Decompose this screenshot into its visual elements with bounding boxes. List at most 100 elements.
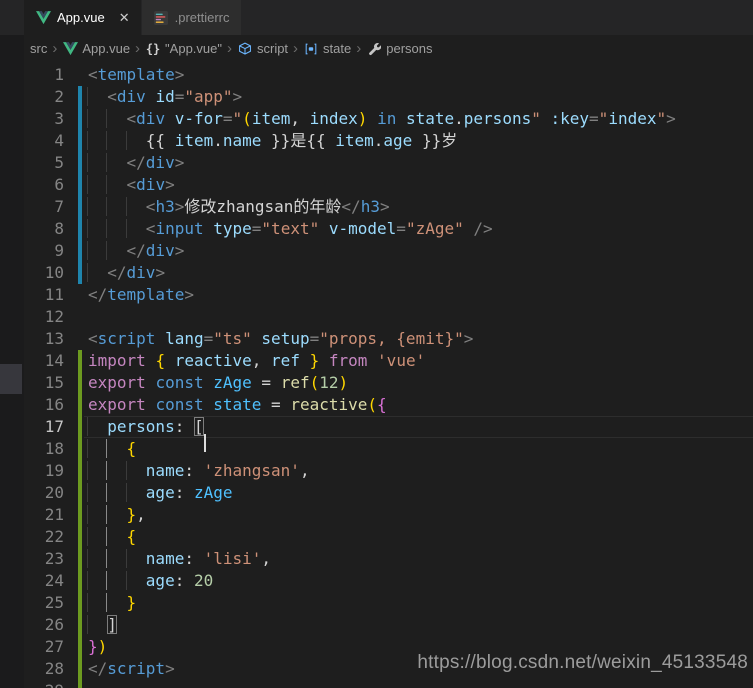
code-line-29[interactable]: 29 <box>0 680 753 688</box>
breadcrumb-item-app-vue[interactable]: App.vue <box>62 41 130 57</box>
code-text: </template> <box>88 285 194 304</box>
code-line-8[interactable]: 8 <input type="text" v-model="zAge" /> <box>0 218 753 240</box>
token <box>184 483 194 502</box>
token: "ts" <box>213 329 252 348</box>
code-line-11[interactable]: 11</template> <box>0 284 753 306</box>
code-line-13[interactable]: 13<script lang="ts" setup="props, {emit}… <box>0 328 753 350</box>
token <box>194 549 204 568</box>
git-gutter-indicator <box>78 658 82 680</box>
code-line-15[interactable]: 15export const zAge = ref(12) <box>0 372 753 394</box>
token: /> <box>473 219 492 238</box>
code-line-23[interactable]: 23 name: 'lisi', <box>0 548 753 570</box>
git-gutter-indicator <box>78 130 82 152</box>
token: = <box>261 395 290 414</box>
indent-guide <box>87 593 107 612</box>
token: div <box>127 263 156 282</box>
indent-guide <box>106 109 126 128</box>
token: name <box>146 549 185 568</box>
token: < <box>107 87 117 106</box>
token: " <box>531 109 541 128</box>
indent-guide <box>87 263 107 282</box>
code-text: </div> <box>88 263 165 282</box>
token <box>184 417 194 436</box>
code-line-19[interactable]: 19 name: 'zhangsan', <box>0 460 753 482</box>
token: export <box>88 395 146 414</box>
token <box>194 461 204 480</box>
token: ref <box>271 351 300 370</box>
indent-guide <box>106 153 126 172</box>
code-line-21[interactable]: 21 }, <box>0 504 753 526</box>
token: = <box>252 373 281 392</box>
code-line-25[interactable]: 25 } <box>0 592 753 614</box>
token: } <box>127 505 137 524</box>
token: 20 <box>194 571 213 590</box>
close-icon[interactable]: ✕ <box>119 10 130 26</box>
breadcrumb-item-persons[interactable]: persons <box>366 41 432 57</box>
code-line-24[interactable]: 24 age: 20 <box>0 570 753 592</box>
git-gutter-indicator <box>78 64 82 86</box>
code-line-16[interactable]: 16export const state = reactive({ <box>0 394 753 416</box>
code-text: </script> <box>88 659 175 678</box>
code-line-14[interactable]: 14import { reactive, ref } from 'vue' <box>0 350 753 372</box>
chevron-right-icon: › <box>293 42 298 56</box>
breadcrumb-item-script[interactable]: script <box>237 41 288 57</box>
git-gutter-indicator <box>78 482 82 504</box>
token: > <box>165 175 175 194</box>
code-line-3[interactable]: 3 <div v-for="(item, index) in state.per… <box>0 108 753 130</box>
token: input <box>155 219 203 238</box>
token: 'lisi' <box>204 549 262 568</box>
vue-icon <box>62 41 78 57</box>
code-editor[interactable]: 1<template>2 <div id="app">3 <div v-for=… <box>0 64 753 688</box>
code-line-10[interactable]: 10 </div> <box>0 262 753 284</box>
line-number: 16 <box>24 394 64 416</box>
field-icon <box>303 41 319 57</box>
token <box>319 351 329 370</box>
tab-prettierrc[interactable]: .prettierrc <box>142 0 242 35</box>
code-line-18[interactable]: 18 { <box>0 438 753 460</box>
breadcrumb-label: App.vue <box>82 41 130 56</box>
token: {{ <box>306 131 335 150</box>
breadcrumb-item-state[interactable]: state <box>303 41 351 57</box>
token: " <box>656 109 666 128</box>
code-line-1[interactable]: 1<template> <box>0 64 753 86</box>
token: {{ <box>146 131 175 150</box>
code-line-26[interactable]: 26 ] <box>0 614 753 636</box>
breadcrumb-item-src[interactable]: src <box>30 41 47 56</box>
token: 'zhangsan' <box>204 461 300 480</box>
token: zAge <box>194 483 233 502</box>
token: age <box>383 131 412 150</box>
code-line-20[interactable]: 20 age: zAge <box>0 482 753 504</box>
code-text: <input type="text" v-model="zAge" /> <box>88 219 493 238</box>
token: 12 <box>319 373 338 392</box>
token: [ <box>194 417 204 436</box>
breadcrumb-label: state <box>323 41 351 56</box>
token: { <box>127 439 137 458</box>
indent-guide <box>126 483 146 502</box>
code-line-4[interactable]: 4 {{ item.name }}是{{ item.age }}岁 <box>0 130 753 152</box>
token: > <box>233 87 243 106</box>
token <box>464 219 474 238</box>
token: reactive <box>290 395 367 414</box>
token: " <box>233 109 243 128</box>
tab-app-vue[interactable]: App.vue✕ <box>24 0 142 35</box>
token: div <box>136 175 165 194</box>
code-line-2[interactable]: 2 <div id="app"> <box>0 86 753 108</box>
code-text: <div> <box>88 175 175 194</box>
code-line-9[interactable]: 9 </div> <box>0 240 753 262</box>
code-line-12[interactable]: 12 <box>0 306 753 328</box>
token: v-for <box>175 109 223 128</box>
breadcrumb-label: script <box>257 41 288 56</box>
line-number: 21 <box>24 504 64 526</box>
git-gutter-indicator <box>78 636 82 658</box>
token: = <box>223 109 233 128</box>
code-line-22[interactable]: 22 { <box>0 526 753 548</box>
code-line-17[interactable]: 17 persons: [ <box>0 416 753 438</box>
breadcrumb-item--app-vue-[interactable]: {}"App.vue" <box>145 41 222 57</box>
indent-guide <box>87 87 107 106</box>
code-line-7[interactable]: 7 <h3>修改zhangsan的年龄</h3> <box>0 196 753 218</box>
code-line-5[interactable]: 5 </div> <box>0 152 753 174</box>
token: ) <box>339 373 349 392</box>
chevron-right-icon: › <box>356 42 361 56</box>
code-line-6[interactable]: 6 <div> <box>0 174 753 196</box>
token: :key <box>551 109 590 128</box>
